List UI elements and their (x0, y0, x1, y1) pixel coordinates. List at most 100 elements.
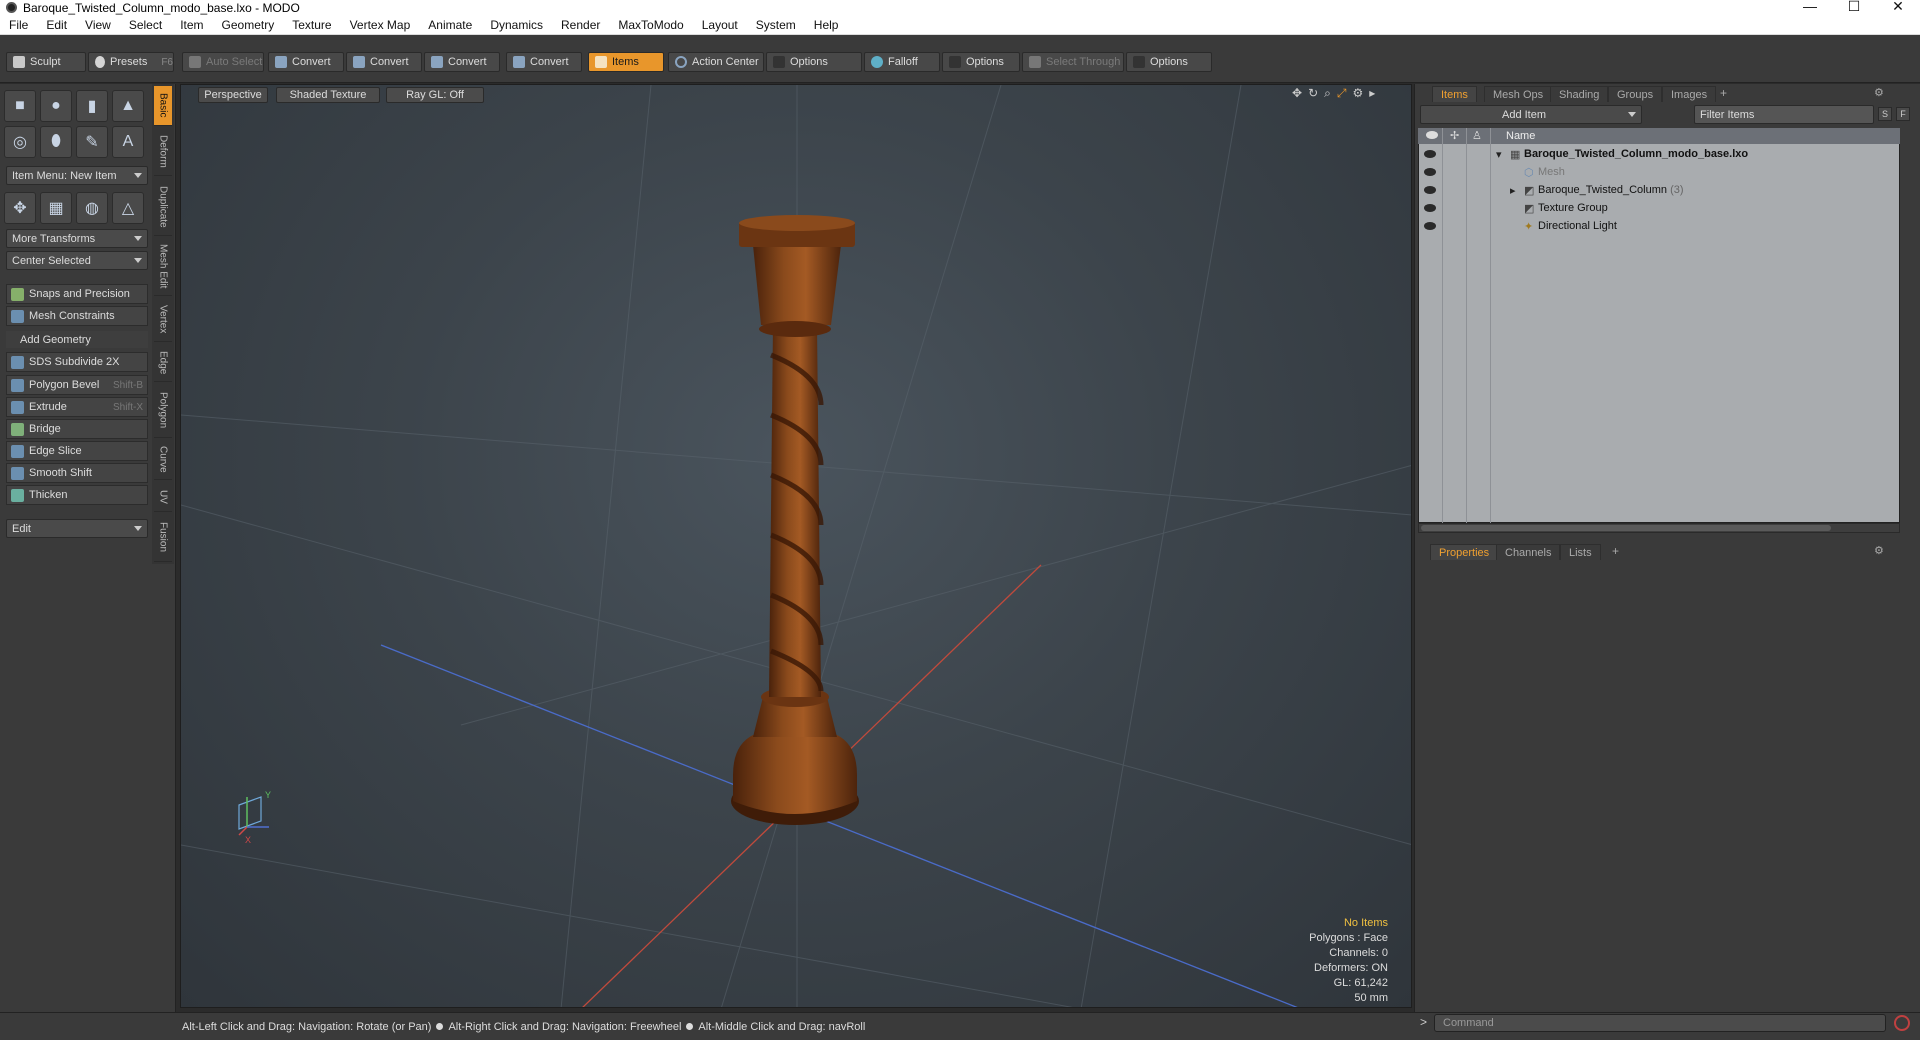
scale-icon[interactable]: △ (112, 192, 144, 224)
panel-gear-icon[interactable]: ⚙ (1874, 544, 1884, 557)
pen-icon[interactable]: ✎ (76, 126, 108, 158)
item-row-mesh[interactable]: ⬡ Mesh (1418, 163, 1900, 181)
sculpt-button[interactable]: Sculpt (6, 52, 86, 72)
smooth-shift-button[interactable]: Smooth Shift (6, 463, 148, 483)
item-row-texture-group[interactable]: ◩ Texture Group (1418, 199, 1900, 217)
menu-select[interactable]: Select (120, 18, 171, 32)
tab-items[interactable]: Items (1432, 86, 1477, 102)
menu-dynamics[interactable]: Dynamics (481, 18, 552, 32)
eye-icon[interactable] (1424, 204, 1436, 212)
mesh-constraints-button[interactable]: Mesh Constraints (6, 306, 148, 326)
eye-icon[interactable] (1424, 150, 1436, 158)
center-selected-dropdown[interactable]: Center Selected (6, 251, 148, 270)
item-row-scene[interactable]: ▾ ▦ Baroque_Twisted_Column_modo_base.lxo (1418, 145, 1900, 163)
item-row-directional-light[interactable]: ✦ Directional Light (1418, 217, 1900, 235)
tab-channels[interactable]: Channels (1496, 544, 1561, 560)
convert-vertices-button[interactable]: Convert (268, 52, 344, 72)
menu-render[interactable]: Render (552, 18, 609, 32)
menu-animate[interactable]: Animate (419, 18, 481, 32)
item-menu-dropdown[interactable]: Item Menu: New Item (6, 166, 148, 185)
tab-shading[interactable]: Shading (1550, 86, 1609, 102)
scrollbar-thumb[interactable] (1421, 525, 1831, 531)
tab-fusion[interactable]: Fusion (154, 514, 172, 562)
select-through-button[interactable]: Select Through (1022, 52, 1124, 72)
chevron-right-icon[interactable]: ▸ (1510, 184, 1516, 197)
panel-gear-icon[interactable]: ⚙ (1874, 86, 1884, 99)
maximize-button[interactable]: ☐ (1832, 0, 1876, 15)
tab-polygon[interactable]: Polygon (154, 384, 172, 438)
item-list-scrollbar[interactable] (1418, 523, 1900, 533)
tab-curve[interactable]: Curve (154, 440, 172, 480)
transform-icon[interactable]: ✥ (4, 192, 36, 224)
tab-edge[interactable]: Edge (154, 344, 172, 382)
items-mode-button[interactable]: Items (588, 52, 664, 72)
baroque-column-model[interactable] (731, 215, 859, 825)
tab-properties[interactable]: Properties (1430, 544, 1499, 560)
auto-select-button[interactable]: Auto Select (182, 52, 264, 72)
fit-view-icon[interactable]: ⤢ (1337, 86, 1347, 102)
menu-edit[interactable]: Edit (37, 18, 76, 32)
rotate-view-icon[interactable]: ↻ (1308, 86, 1318, 102)
chevron-down-icon[interactable]: ▾ (1496, 148, 1502, 161)
menu-maxtomodo[interactable]: MaxToModo (609, 18, 692, 32)
menu-vertex-map[interactable]: Vertex Map (341, 18, 420, 32)
add-geometry-section[interactable]: Add Geometry (6, 331, 148, 348)
command-input[interactable]: Command (1434, 1014, 1886, 1032)
item-row-column-group[interactable]: ▸ ◩ Baroque_Twisted_Column (3) (1418, 181, 1900, 199)
chevron-right-icon[interactable]: ▸ (1369, 86, 1375, 102)
tab-vertex[interactable]: Vertex (154, 298, 172, 342)
thicken-button[interactable]: Thicken (6, 485, 148, 505)
tab-groups[interactable]: Groups (1608, 86, 1663, 102)
cone-icon[interactable]: ▲ (112, 90, 144, 122)
edge-slice-button[interactable]: Edge Slice (6, 441, 148, 461)
convert-materials-button[interactable]: Convert (506, 52, 582, 72)
extrude-button[interactable]: Extrude Shift-X (6, 397, 148, 417)
pan-icon[interactable]: ✥ (1292, 86, 1302, 102)
filter-f-button[interactable]: F (1896, 107, 1910, 121)
view-perspective-button[interactable]: Perspective (198, 87, 268, 103)
snaps-precision-button[interactable]: Snaps and Precision (6, 284, 148, 304)
add-tab-button[interactable]: + (1720, 86, 1727, 100)
convert-edges-button[interactable]: Convert (346, 52, 422, 72)
gear-icon[interactable]: ⚙ (1352, 86, 1363, 102)
tab-mesh-ops[interactable]: Mesh Ops (1484, 86, 1553, 102)
menu-item[interactable]: Item (171, 18, 212, 32)
eye-icon[interactable] (1424, 222, 1436, 230)
sds-subdivide-button[interactable]: SDS Subdivide 2X (6, 352, 148, 372)
eye-icon[interactable] (1424, 168, 1436, 176)
tab-mesh-edit[interactable]: Mesh Edit (154, 238, 172, 296)
eye-icon[interactable] (1424, 186, 1436, 194)
action-center-button[interactable]: Action Center (668, 52, 764, 72)
add-item-dropdown[interactable]: Add Item (1420, 105, 1642, 124)
presets-button[interactable]: Presets F6 (88, 52, 174, 72)
filter-s-button[interactable]: S (1878, 107, 1892, 121)
sphere-icon[interactable]: ● (40, 90, 72, 122)
select-through-options-button[interactable]: Options (1126, 52, 1212, 72)
grid-icon[interactable]: ▦ (40, 192, 72, 224)
raygl-toggle-button[interactable]: Ray GL: Off (386, 87, 484, 103)
menu-texture[interactable]: Texture (283, 18, 340, 32)
menu-layout[interactable]: Layout (693, 18, 747, 32)
cylinder-icon[interactable]: ▮ (76, 90, 108, 122)
bridge-button[interactable]: Bridge (6, 419, 148, 439)
close-button[interactable]: ✕ (1876, 0, 1920, 15)
zoom-icon[interactable]: ⌕ (1324, 86, 1331, 102)
tab-uv[interactable]: UV (154, 482, 172, 512)
minimize-button[interactable]: — (1788, 0, 1832, 14)
record-icon[interactable] (1894, 1015, 1910, 1031)
tab-duplicate[interactable]: Duplicate (154, 178, 172, 236)
menu-geometry[interactable]: Geometry (213, 18, 284, 32)
3d-viewport[interactable]: Y X (180, 84, 1412, 1008)
filter-items-input[interactable]: Filter Items (1694, 105, 1874, 124)
add-tab-button[interactable]: + (1612, 544, 1619, 558)
torus-icon[interactable]: ◎ (4, 126, 36, 158)
tab-basic[interactable]: Basic (154, 86, 172, 126)
rotate-icon[interactable]: ◍ (76, 192, 108, 224)
falloff-button[interactable]: Falloff (864, 52, 940, 72)
menu-help[interactable]: Help (805, 18, 848, 32)
edit-dropdown[interactable]: Edit (6, 519, 148, 538)
tab-images[interactable]: Images (1662, 86, 1717, 102)
text-tool-icon[interactable]: A (112, 126, 144, 158)
convert-polygons-button[interactable]: Convert (424, 52, 500, 72)
polygon-bevel-button[interactable]: Polygon Bevel Shift-B (6, 375, 148, 395)
